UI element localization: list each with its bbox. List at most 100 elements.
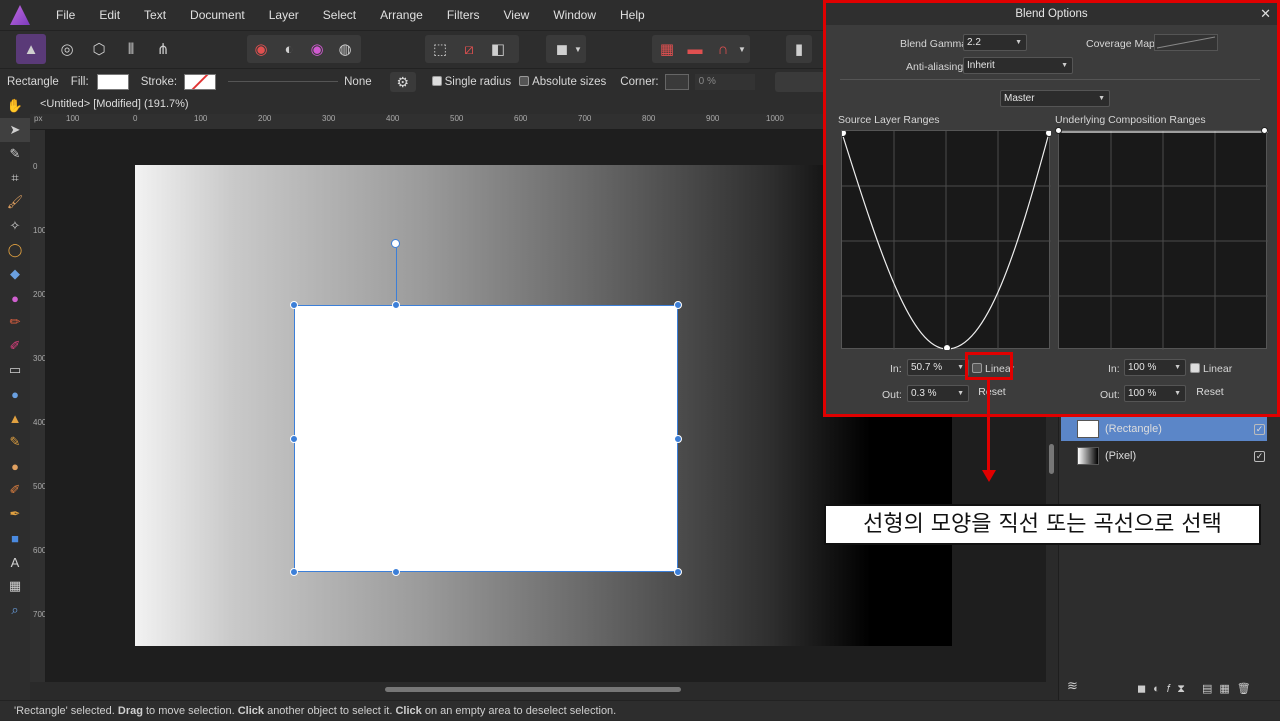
contrast-icon[interactable]: ◐ bbox=[276, 36, 302, 62]
context-icon[interactable]: ▮ bbox=[786, 36, 812, 62]
rotation-handle[interactable] bbox=[391, 239, 400, 248]
single-radius-checkbox[interactable] bbox=[431, 75, 442, 86]
white-balance-icon[interactable]: ◍ bbox=[332, 36, 358, 62]
stroke-swatch[interactable] bbox=[184, 73, 217, 90]
menu-filters[interactable]: Filters bbox=[435, 0, 492, 30]
stroke-width-slider[interactable] bbox=[228, 81, 339, 82]
horizontal-scroll-thumb[interactable] bbox=[385, 687, 681, 692]
grid-icon[interactable]: ▦ bbox=[654, 36, 680, 62]
resize-handle-b[interactable] bbox=[392, 568, 400, 576]
underlying-reset-button[interactable]: Reset bbox=[1188, 383, 1232, 401]
invert-selection-icon[interactable]: ◧ bbox=[485, 36, 511, 62]
underlying-in-field[interactable]: 100 % ▼ bbox=[1124, 359, 1186, 376]
pen-tool-icon[interactable]: ✒ bbox=[0, 502, 30, 526]
align-icon[interactable]: ⫴ bbox=[118, 36, 144, 62]
designer-persona-icon[interactable]: ▲ bbox=[16, 34, 46, 64]
coverage-map-curve[interactable] bbox=[1154, 34, 1218, 51]
menu-document[interactable]: Document bbox=[178, 0, 257, 30]
lasso-tool-icon[interactable]: ◯ bbox=[0, 238, 30, 262]
layer-row-rectangle[interactable]: (Rectangle) ✓ bbox=[1061, 417, 1267, 441]
color-replace-icon[interactable]: ✐ bbox=[0, 334, 30, 358]
deselect-icon[interactable]: ⧄ bbox=[456, 36, 482, 62]
channel-dropdown[interactable]: Master ▼ bbox=[1000, 90, 1110, 107]
resize-handle-tr[interactable] bbox=[674, 301, 682, 309]
close-icon[interactable]: ✕ bbox=[1260, 3, 1271, 25]
underlying-linear-checkbox[interactable] bbox=[1190, 363, 1200, 373]
source-reset-button[interactable]: Reset bbox=[970, 383, 1014, 401]
resize-handle-br[interactable] bbox=[674, 568, 682, 576]
hand-tool-icon[interactable]: ✋ bbox=[0, 94, 30, 118]
hsl-icon[interactable]: ◉ bbox=[304, 36, 330, 62]
menu-layer[interactable]: Layer bbox=[257, 0, 311, 30]
resize-handle-tl[interactable] bbox=[290, 301, 298, 309]
menu-help[interactable]: Help bbox=[608, 0, 657, 30]
marquee-icon[interactable]: ⬚ bbox=[427, 36, 453, 62]
menu-window[interactable]: Window bbox=[541, 0, 608, 30]
mesh-tool-icon[interactable]: ▦ bbox=[0, 574, 30, 598]
gear-icon[interactable]: ⚙ bbox=[389, 71, 416, 92]
resize-handle-bl[interactable] bbox=[290, 568, 298, 576]
selected-rectangle[interactable] bbox=[294, 305, 678, 572]
single-radius-toggle[interactable]: Single radius bbox=[431, 75, 511, 88]
curve-node[interactable] bbox=[1055, 127, 1062, 134]
curve-node[interactable] bbox=[839, 129, 847, 137]
absolute-sizes-toggle[interactable]: Absolute sizes bbox=[519, 75, 606, 88]
brush-tool-icon[interactable]: 🖌 bbox=[0, 190, 30, 214]
menu-file[interactable]: File bbox=[44, 0, 87, 30]
layer-row-pixel[interactable]: (Pixel) ✓ bbox=[1061, 444, 1267, 468]
text-tool-icon[interactable]: A bbox=[0, 550, 30, 574]
menu-text[interactable]: Text bbox=[132, 0, 178, 30]
source-out-field[interactable]: 0.3 % ▼ bbox=[907, 385, 969, 402]
eraser-tool-icon[interactable]: ▭ bbox=[0, 358, 30, 382]
dodge-tool-icon[interactable]: ● bbox=[0, 382, 30, 406]
menu-view[interactable]: View bbox=[492, 0, 542, 30]
underlying-ranges-graph[interactable] bbox=[1058, 130, 1268, 350]
magic-wand-icon[interactable]: ✧ bbox=[0, 214, 30, 238]
vertical-scroll-thumb[interactable] bbox=[1049, 444, 1054, 474]
curve-node[interactable] bbox=[943, 344, 951, 352]
layer-visibility-checkbox[interactable]: ✓ bbox=[1254, 450, 1265, 462]
source-in-field[interactable]: 50.7 % ▼ bbox=[907, 359, 969, 376]
fill-tool-icon[interactable]: ◆ bbox=[0, 262, 30, 286]
underlying-out-field[interactable]: 100 % ▼ bbox=[1124, 385, 1186, 402]
resize-handle-l[interactable] bbox=[290, 435, 298, 443]
clone-tool-icon[interactable]: ▲ bbox=[0, 406, 30, 430]
absolute-sizes-checkbox[interactable] bbox=[519, 75, 530, 86]
zoom-tool-icon[interactable]: ⌕ bbox=[0, 598, 30, 622]
fill-swatch[interactable] bbox=[96, 73, 129, 90]
move-tool-icon[interactable]: ➤ bbox=[0, 118, 30, 142]
pixel-persona-icon[interactable]: ◎ bbox=[54, 36, 80, 62]
rectangle-tool-icon[interactable]: ■ bbox=[0, 526, 30, 550]
paint-brush-icon[interactable]: ✏ bbox=[0, 310, 30, 334]
layers-stack-icon[interactable]: ≋ bbox=[1067, 678, 1078, 694]
layer-visibility-checkbox[interactable]: ✓ bbox=[1254, 423, 1265, 435]
underlying-linear-toggle[interactable]: Linear bbox=[1190, 363, 1232, 375]
order-icon[interactable]: ▬ bbox=[682, 36, 708, 62]
blur-tool-icon[interactable]: ✐ bbox=[0, 478, 30, 502]
share-icon[interactable]: ⋔ bbox=[150, 36, 176, 62]
color-wheel-icon[interactable]: ◉ bbox=[248, 36, 274, 62]
layer-actions-bar[interactable]: ◼◐𝑓⧗ ▤▦🗑 bbox=[1137, 682, 1258, 696]
blend-gamma-field[interactable]: 2.2 ▼ bbox=[963, 34, 1027, 51]
horizontal-scrollbar[interactable] bbox=[30, 682, 1046, 696]
chevron-down-icon[interactable]: ▼ bbox=[572, 36, 584, 62]
source-ranges-graph[interactable] bbox=[839, 129, 1053, 352]
resize-handle-t[interactable] bbox=[392, 301, 400, 309]
corner-value-field[interactable]: 0 % bbox=[694, 73, 755, 90]
node-tool-icon[interactable]: ✎ bbox=[0, 142, 30, 166]
curve-node[interactable] bbox=[1045, 129, 1053, 137]
crop-tool-icon[interactable]: ⌗ bbox=[0, 166, 30, 190]
curve-node[interactable] bbox=[1261, 127, 1268, 134]
gradient-tool-icon[interactable]: ● bbox=[0, 286, 30, 310]
resize-handle-r[interactable] bbox=[674, 435, 682, 443]
chevron-down-icon[interactable]: ▼ bbox=[736, 36, 748, 62]
menu-select[interactable]: Select bbox=[311, 0, 368, 30]
menu-edit[interactable]: Edit bbox=[87, 0, 132, 30]
healing-tool-icon[interactable]: ✎ bbox=[0, 430, 30, 454]
anti-aliasing-dropdown[interactable]: Inherit ▼ bbox=[963, 57, 1073, 74]
snapping-magnet-icon[interactable]: ∩ bbox=[710, 36, 736, 62]
corner-type-dropdown[interactable] bbox=[664, 73, 689, 90]
export-persona-icon[interactable]: ⬡ bbox=[86, 36, 112, 62]
menu-arrange[interactable]: Arrange bbox=[368, 0, 435, 30]
smudge-tool-icon[interactable]: ● bbox=[0, 454, 30, 478]
